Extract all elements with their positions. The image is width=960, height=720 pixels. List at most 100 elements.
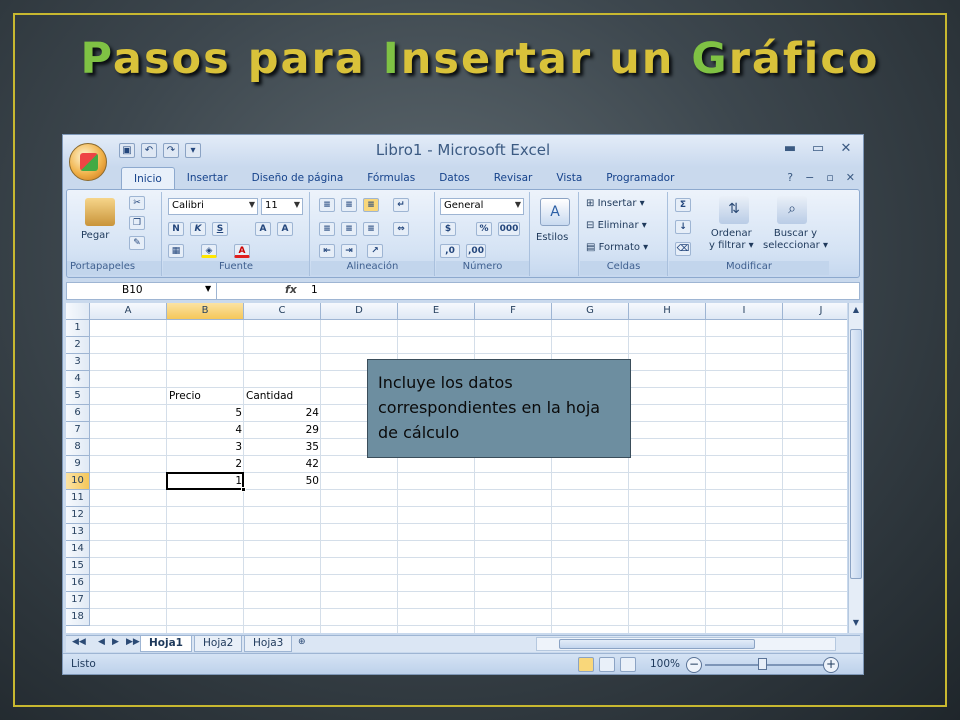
- sheet-tab-hoja3[interactable]: Hoja3: [244, 636, 293, 652]
- ribbon-close-icon[interactable]: ✕: [846, 171, 855, 184]
- find-select-icon[interactable]: ⌕: [777, 196, 807, 224]
- row-header-6[interactable]: 6: [66, 405, 90, 422]
- tab-revisar[interactable]: Revisar: [482, 167, 545, 190]
- scroll-down-icon[interactable]: ▼: [850, 618, 862, 631]
- insert-function-icon[interactable]: fx: [285, 283, 297, 296]
- zoom-in-icon[interactable]: +: [823, 657, 839, 673]
- sheet-tab-hoja1[interactable]: Hoja1: [140, 636, 192, 652]
- italic-icon[interactable]: K: [190, 222, 206, 236]
- decrease-decimal-icon[interactable]: ,00: [466, 244, 486, 258]
- maximize-icon[interactable]: ▭: [809, 141, 827, 157]
- tab-diseño-de-página[interactable]: Diseño de página: [240, 167, 356, 190]
- column-header-d[interactable]: D: [321, 303, 398, 320]
- fill-handle[interactable]: [241, 487, 246, 492]
- cell-b5[interactable]: Precio: [167, 388, 244, 405]
- sort-filter-icon[interactable]: ⇅: [719, 196, 749, 224]
- row-header-9[interactable]: 9: [66, 456, 90, 473]
- percent-icon[interactable]: %: [476, 222, 492, 236]
- horizontal-scroll-thumb[interactable]: [559, 639, 755, 649]
- cell-c10[interactable]: 50: [244, 473, 321, 490]
- last-sheet-icon[interactable]: ▶▶: [126, 637, 140, 647]
- row-header-14[interactable]: 14: [66, 541, 90, 558]
- sheet-tab-hoja2[interactable]: Hoja2: [194, 636, 243, 652]
- cut-icon[interactable]: ✂: [129, 196, 145, 210]
- row-header-2[interactable]: 2: [66, 337, 90, 354]
- merge-center-icon[interactable]: ⇔: [393, 222, 409, 236]
- shrink-font-icon[interactable]: A: [277, 222, 293, 236]
- cell-b6[interactable]: 5: [167, 405, 244, 422]
- cell-b7[interactable]: 4: [167, 422, 244, 439]
- column-header-f[interactable]: F: [475, 303, 552, 320]
- sort-filter-button[interactable]: Ordenar y filtrar ▾: [709, 228, 754, 252]
- tab-insertar[interactable]: Insertar: [175, 167, 240, 190]
- worksheet-grid[interactable]: A B C D E F G H I J 1 2 3 4 5 6 7 8 9 10 11 12 13 14 15 16 17 18 Pre…: [66, 303, 847, 633]
- cell-b8[interactable]: 3: [167, 439, 244, 456]
- tab-datos[interactable]: Datos: [427, 167, 482, 190]
- row-header-1[interactable]: 1: [66, 320, 90, 337]
- minimize-icon[interactable]: ▬: [781, 141, 799, 157]
- insert-cells-button[interactable]: ⊞ Insertar ▾: [586, 198, 645, 209]
- delete-cells-button[interactable]: ⊟ Eliminar ▾: [586, 220, 647, 231]
- currency-icon[interactable]: $: [440, 222, 456, 236]
- row-header-13[interactable]: 13: [66, 524, 90, 541]
- column-header-c[interactable]: C: [244, 303, 321, 320]
- underline-icon[interactable]: S: [212, 222, 228, 236]
- row-header-17[interactable]: 17: [66, 592, 90, 609]
- normal-view-icon[interactable]: [578, 657, 594, 672]
- row-header-18[interactable]: 18: [66, 609, 90, 626]
- prev-sheet-icon[interactable]: ◀: [98, 637, 105, 647]
- name-box[interactable]: B10 ▼: [67, 283, 217, 299]
- insert-sheet-icon[interactable]: ⊕: [298, 637, 306, 647]
- font-name-combo[interactable]: Calibri ▼: [168, 198, 258, 215]
- row-header-4[interactable]: 4: [66, 371, 90, 388]
- format-painter-icon[interactable]: ✎: [129, 236, 145, 250]
- align-left-icon[interactable]: ≡: [319, 222, 335, 236]
- ribbon-minimize-icon[interactable]: −: [805, 171, 814, 184]
- decrease-indent-icon[interactable]: ⇤: [319, 244, 335, 258]
- comma-style-icon[interactable]: 000: [498, 222, 520, 236]
- cell-c5[interactable]: Cantidad: [244, 388, 321, 405]
- align-top-icon[interactable]: ≡: [319, 198, 335, 212]
- clear-icon[interactable]: ⌫: [675, 242, 691, 256]
- fill-color-icon[interactable]: ◈: [201, 244, 217, 258]
- close-icon[interactable]: ✕: [837, 141, 855, 157]
- vertical-scroll-thumb[interactable]: [850, 329, 862, 579]
- save-icon[interactable]: ▣: [119, 143, 135, 158]
- format-cells-button[interactable]: ▤ Formato ▾: [586, 242, 648, 253]
- row-header-15[interactable]: 15: [66, 558, 90, 575]
- tab-vista[interactable]: Vista: [544, 167, 594, 190]
- tab-fórmulas[interactable]: Fórmulas: [355, 167, 427, 190]
- column-header-b[interactable]: B: [167, 303, 244, 320]
- align-middle-icon[interactable]: ≡: [341, 198, 357, 212]
- paste-icon[interactable]: [85, 198, 115, 226]
- next-sheet-icon[interactable]: ▶: [112, 637, 119, 647]
- redo-icon[interactable]: ↷: [163, 143, 179, 158]
- number-format-combo[interactable]: General ▼: [440, 198, 524, 215]
- page-layout-view-icon[interactable]: [599, 657, 615, 672]
- column-header-i[interactable]: I: [706, 303, 783, 320]
- bold-icon[interactable]: N: [168, 222, 184, 236]
- horizontal-scrollbar[interactable]: [536, 637, 836, 651]
- select-all-corner[interactable]: [66, 303, 90, 320]
- row-header-5[interactable]: 5: [66, 388, 90, 405]
- column-header-h[interactable]: H: [629, 303, 706, 320]
- autosum-icon[interactable]: Σ: [675, 198, 691, 212]
- formula-input[interactable]: 1: [311, 284, 318, 296]
- zoom-out-icon[interactable]: −: [686, 657, 702, 673]
- cell-c9[interactable]: 42: [244, 456, 321, 473]
- tab-inicio[interactable]: Inicio: [121, 167, 175, 190]
- align-right-icon[interactable]: ≡: [363, 222, 379, 236]
- zoom-slider-thumb[interactable]: [758, 658, 767, 670]
- column-header-e[interactable]: E: [398, 303, 475, 320]
- page-break-view-icon[interactable]: [620, 657, 636, 672]
- office-button[interactable]: [69, 143, 107, 181]
- increase-indent-icon[interactable]: ⇥: [341, 244, 357, 258]
- cell-c8[interactable]: 35: [244, 439, 321, 456]
- fill-icon[interactable]: ↓: [675, 220, 691, 234]
- align-bottom-icon[interactable]: ≡: [363, 198, 379, 212]
- row-header-8[interactable]: 8: [66, 439, 90, 456]
- paste-button[interactable]: Pegar: [81, 230, 109, 241]
- row-header-10[interactable]: 10: [66, 473, 90, 490]
- vertical-scrollbar[interactable]: ▲ ▼: [848, 303, 863, 633]
- align-center-icon[interactable]: ≡: [341, 222, 357, 236]
